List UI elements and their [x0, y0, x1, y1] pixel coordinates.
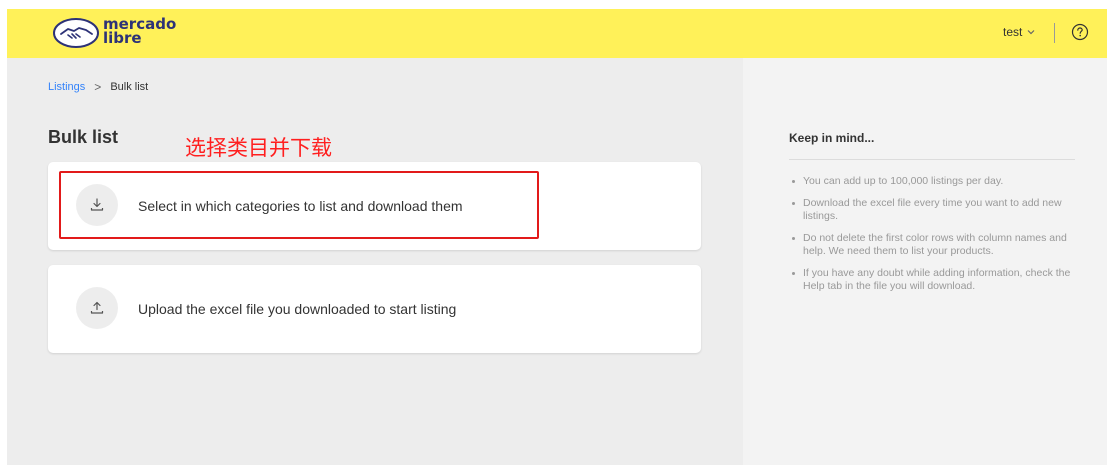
breadcrumb-separator: > [94, 80, 102, 94]
upload-card-label: Upload the excel file you downloaded to … [138, 301, 457, 317]
panel-divider [789, 159, 1075, 160]
tips-list: You can add up to 100,000 listings per d… [789, 175, 1075, 302]
download-categories-card[interactable]: Select in which categories to list and d… [48, 162, 701, 250]
upload-icon-circle [76, 287, 118, 329]
breadcrumb-listings-link[interactable]: Listings [48, 81, 85, 93]
user-menu[interactable]: test [1003, 25, 1036, 39]
upload-file-card[interactable]: Upload the excel file you downloaded to … [48, 265, 701, 353]
top-bar: mercado libre test [7, 9, 1107, 58]
tip-item: Download the excel file every time you w… [789, 197, 1075, 223]
breadcrumb: Listings > Bulk list [48, 80, 148, 94]
upload-icon [90, 301, 104, 314]
handshake-logo-icon [53, 18, 99, 48]
user-name: test [1003, 25, 1023, 39]
page-title: Bulk list [48, 127, 119, 147]
tip-item: Do not delete the first color rows with … [789, 232, 1075, 258]
download-icon-circle [76, 184, 118, 226]
mercado-libre-logo[interactable]: mercado libre [53, 14, 177, 54]
main-content: Listings > Bulk list Bulk list 选择类目并下载 S… [7, 58, 743, 465]
header-divider [1054, 23, 1055, 43]
download-icon [90, 198, 104, 211]
keep-in-mind-panel: Keep in mind... You can add up to 100,00… [743, 58, 1107, 465]
download-card-label: Select in which categories to list and d… [138, 198, 463, 214]
annotation-text: 选择类目并下载 [185, 136, 332, 160]
tip-item: If you have any doubt while adding infor… [789, 267, 1075, 293]
keep-in-mind-title: Keep in mind... [789, 131, 875, 145]
help-icon[interactable] [1071, 23, 1089, 41]
logo-wordmark: mercado libre [103, 15, 177, 47]
tip-item: You can add up to 100,000 listings per d… [789, 175, 1075, 188]
breadcrumb-current: Bulk list [110, 81, 149, 93]
chevron-down-icon [1027, 30, 1035, 35]
